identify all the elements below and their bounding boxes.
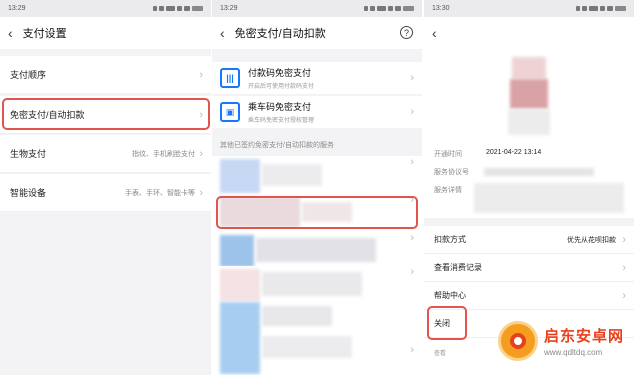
row-label: 支付顺序 — [10, 70, 47, 80]
barcode-icon: ||| — [220, 68, 240, 88]
battery-icon — [615, 6, 626, 11]
row-hint: 手表、手环、智能卡等 — [125, 189, 195, 197]
consumption-records-row[interactable]: 查看消费记录 › — [424, 254, 634, 282]
chevron-right-icon: › — [410, 194, 414, 206]
row-label: 智能设备 — [10, 188, 47, 198]
status-time: 13:29 — [220, 5, 238, 12]
status-time: 13:29 — [8, 5, 26, 12]
signal-icon — [607, 6, 613, 11]
bus-card-icon: ▣ — [220, 102, 240, 122]
service-logo-area — [424, 49, 634, 141]
settings-row-payment-order[interactable]: 支付顺序 › — [0, 56, 211, 94]
chevron-right-icon: › — [410, 106, 414, 118]
bluetooth-icon — [576, 6, 580, 11]
back-arrow-icon[interactable]: ‹ — [8, 26, 13, 40]
battery-icon — [403, 6, 414, 11]
back-arrow-icon[interactable]: ‹ — [432, 26, 437, 40]
nav-bar: ‹ 支付设置 — [0, 17, 211, 49]
bus-card-password-free-item[interactable]: ▣ 乘车码免密支付 乘车码免密支付授权管理 › — [212, 96, 422, 128]
item-subtitle: 乘车码免密支付授权管理 — [248, 118, 315, 124]
settings-row-smart-device[interactable]: 智能设备 手表、手环、智能卡等 › — [0, 174, 211, 212]
service-row[interactable]: › — [212, 266, 422, 304]
service-row[interactable]: › — [212, 156, 422, 194]
row-label: 扣款方式 — [434, 235, 466, 244]
chevron-right-icon: › — [622, 233, 626, 246]
chevron-right-icon: › — [410, 344, 414, 356]
row-label: 免密支付/自动扣款 — [10, 110, 85, 120]
chevron-right-icon: › — [410, 266, 414, 278]
wifi-icon — [388, 6, 393, 11]
item-title: 付款码免密支付 — [248, 68, 312, 78]
page-title: 免密支付/自动扣款 — [234, 28, 326, 40]
status-bar: 13:30 — [424, 0, 634, 17]
bottom-hint: 查看 — [434, 351, 447, 357]
bluetooth-icon — [364, 6, 368, 11]
row-hint: 指纹、手机刷脸支付 — [132, 150, 195, 158]
chevron-right-icon: › — [622, 289, 626, 302]
chevron-right-icon: › — [622, 261, 626, 274]
watermark-url: www.qdltdq.com — [544, 348, 603, 357]
status-time: 13:30 — [432, 5, 450, 12]
signal-icon — [184, 6, 190, 11]
section-label: 其他已签约免密支付/自动扣款的服务 — [220, 142, 334, 149]
chevron-right-icon: › — [199, 147, 203, 160]
chevron-right-icon: › — [199, 108, 203, 121]
help-center-row[interactable]: 帮助中心 › — [424, 282, 634, 310]
item-title: 乘车码免密支付 — [248, 102, 312, 112]
row-value: 优先从花呗扣款 — [567, 236, 616, 244]
status-icons — [364, 6, 414, 11]
row-label: 查看消费记录 — [434, 263, 482, 272]
field-value: 2021-04-22 13:14 — [486, 149, 542, 156]
field-label: 服务协议号 — [434, 169, 469, 176]
chevron-right-icon: › — [410, 156, 414, 168]
network-icon — [166, 6, 175, 11]
watermark-logo-icon — [498, 321, 538, 361]
item-subtitle: 开启后可使用付款码支付 — [248, 84, 315, 90]
status-icons — [576, 6, 626, 11]
site-watermark: 启东安卓网 www.qdltdq.com — [498, 313, 630, 369]
password-free-screen: 13:29 ‹ 免密支付/自动扣款 ? ||| 付款码免密支付 开启后可使用付款… — [212, 0, 422, 375]
field-label: 服务详情 — [434, 187, 462, 194]
alarm-icon — [370, 6, 375, 11]
network-icon — [377, 6, 386, 11]
payment-settings-screen: 13:29 ‹ 支付设置 支付顺序 › 免密支付/自动扣款 › 生物支付 指纹、… — [0, 0, 211, 375]
wifi-icon — [600, 6, 605, 11]
battery-icon — [192, 6, 203, 11]
status-bar: 13:29 — [212, 0, 422, 17]
status-icons — [153, 6, 203, 11]
wifi-icon — [177, 6, 182, 11]
barcode-password-free-item[interactable]: ||| 付款码免密支付 开启后可使用付款码支付 › — [212, 62, 422, 94]
alarm-icon — [159, 6, 164, 11]
service-row[interactable]: › — [212, 302, 422, 375]
bluetooth-icon — [153, 6, 157, 11]
status-bar: 13:29 — [0, 0, 211, 17]
nav-bar: ‹ — [424, 17, 634, 49]
signal-icon — [395, 6, 401, 11]
divider — [424, 218, 634, 226]
settings-row-biometric[interactable]: 生物支付 指纹、手机刷脸支付 › — [0, 135, 211, 173]
help-icon[interactable]: ? — [400, 26, 413, 39]
row-label: 关闭 — [434, 319, 450, 328]
chevron-right-icon: › — [199, 68, 203, 81]
watermark-title: 启东安卓网 — [544, 328, 625, 345]
nav-bar: ‹ 免密支付/自动扣款 ? — [212, 17, 422, 49]
alarm-icon — [582, 6, 587, 11]
settings-row-password-free[interactable]: 免密支付/自动扣款 › — [0, 96, 211, 134]
network-icon — [589, 6, 598, 11]
deduction-method-row[interactable]: 扣款方式 优先从花呗扣款 › — [424, 226, 634, 254]
chevron-right-icon: › — [410, 72, 414, 84]
chevron-right-icon: › — [199, 186, 203, 199]
back-arrow-icon[interactable]: ‹ — [220, 26, 225, 40]
field-label: 开通时间 — [434, 151, 462, 158]
chevron-right-icon: › — [410, 232, 414, 244]
service-row[interactable]: › — [212, 232, 422, 270]
row-label: 生物支付 — [10, 149, 47, 159]
page-title: 支付设置 — [22, 28, 67, 40]
service-row[interactable]: › — [212, 194, 422, 232]
row-label: 帮助中心 — [434, 291, 466, 300]
